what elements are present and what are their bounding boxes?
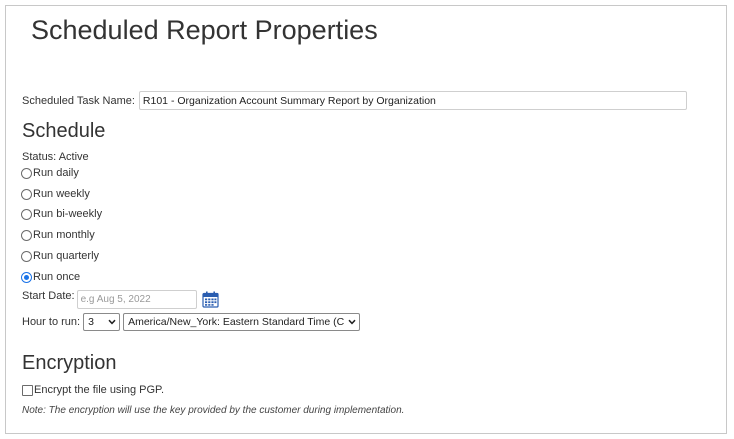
radio-button[interactable] — [21, 208, 32, 220]
task-name-input[interactable] — [138, 91, 687, 110]
start-date-label: Start Date: — [22, 290, 75, 302]
timezone-select-value: America/New_York: Eastern Standard Time … — [128, 316, 345, 328]
radio-label: Run weekly — [33, 188, 90, 200]
start-date-input[interactable] — [76, 290, 197, 309]
timezone-select[interactable]: America/New_York: Eastern Standard Time … — [123, 313, 361, 331]
radio-run-daily[interactable]: Run daily — [21, 167, 79, 179]
calendar-icon[interactable] — [201, 291, 219, 313]
radio-label: Run once — [33, 271, 81, 283]
radio-label: Run quarterly — [33, 250, 100, 262]
task-name-label: Scheduled Task Name: — [22, 94, 135, 107]
radio-button[interactable] — [21, 188, 32, 200]
radio-run-quarterly[interactable]: Run quarterly — [21, 250, 99, 262]
radio-label: Run monthly — [33, 229, 95, 241]
task-name-row: Scheduled Task Name: — [22, 91, 687, 110]
radio-label: Run bi-weekly — [33, 208, 103, 220]
encrypt-pgp-checkbox[interactable] — [22, 384, 33, 396]
hour-to-run-label: Hour to run: — [22, 316, 81, 328]
start-date-row: Start Date: — [22, 290, 219, 313]
radio-run-biweekly[interactable]: Run bi-weekly — [21, 208, 102, 220]
hour-select[interactable]: 3 — [83, 313, 121, 331]
radio-button[interactable] — [21, 167, 32, 179]
hour-to-run-row: Hour to run: 3 America/New_York: Eastern… — [22, 313, 361, 331]
chevron-down-icon — [108, 316, 116, 328]
radio-run-monthly[interactable]: Run monthly — [21, 229, 95, 241]
schedule-heading: Schedule — [22, 120, 106, 142]
radio-button[interactable] — [21, 250, 32, 262]
radio-label: Run daily — [33, 167, 79, 179]
radio-button[interactable] — [21, 229, 32, 241]
encryption-note: Note: The encryption will use the key pr… — [22, 405, 405, 416]
radio-run-weekly[interactable]: Run weekly — [21, 188, 90, 200]
encryption-heading: Encryption — [22, 352, 117, 374]
chevron-down-icon — [348, 316, 356, 328]
page-title: Scheduled Report Properties — [31, 15, 378, 45]
radio-button-selected[interactable] — [21, 271, 32, 283]
radio-run-once[interactable]: Run once — [21, 271, 80, 283]
encrypt-pgp-row[interactable]: Encrypt the file using PGP. — [22, 384, 164, 396]
encrypt-pgp-label: Encrypt the file using PGP. — [34, 384, 165, 396]
schedule-status: Status: Active — [22, 151, 89, 163]
hour-select-value: 3 — [88, 316, 94, 328]
